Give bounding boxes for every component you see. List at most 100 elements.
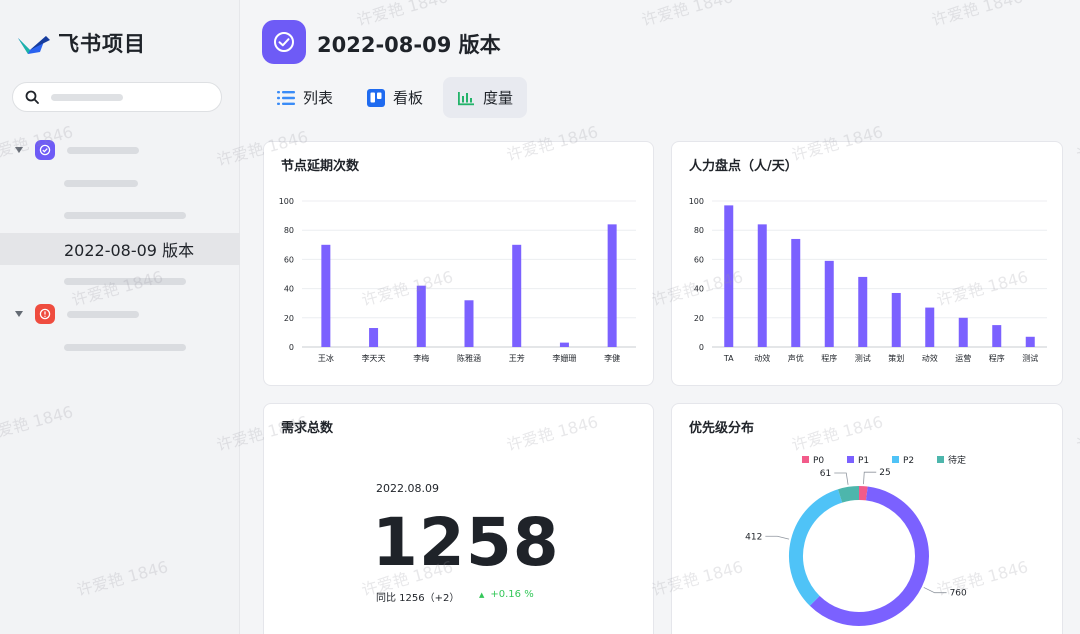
bar[interactable] bbox=[464, 300, 474, 347]
y-tick-label: 80 bbox=[284, 226, 294, 235]
slice-label: 760 bbox=[950, 589, 967, 599]
bar[interactable] bbox=[958, 317, 968, 347]
x-tick-label: 声优 bbox=[788, 353, 804, 363]
total-date: 2022.08.09 bbox=[376, 482, 439, 495]
delay-chart-card: 节点延期次数 0 20 40 60 80 100 王冰 李天天 李梅 陈雅涵 王芳 李姗珊 李健 bbox=[263, 141, 654, 386]
donut-slice[interactable] bbox=[838, 486, 860, 503]
donut-slice[interactable] bbox=[789, 489, 843, 606]
bar[interactable] bbox=[369, 328, 379, 347]
kanban-icon bbox=[367, 88, 386, 107]
y-tick-label: 60 bbox=[694, 255, 704, 264]
search-icon bbox=[25, 90, 39, 104]
tab-list[interactable]: 列表 bbox=[263, 77, 347, 118]
alert-circle-icon bbox=[35, 304, 55, 324]
tree-item[interactable] bbox=[64, 180, 138, 187]
legend-label: 待定 bbox=[948, 454, 966, 466]
feishu-logo-icon bbox=[16, 30, 50, 56]
legend-swatch bbox=[892, 456, 899, 463]
bar[interactable] bbox=[824, 260, 834, 347]
bar[interactable] bbox=[559, 342, 569, 347]
app-name: 飞书项目 bbox=[58, 32, 146, 56]
x-tick-label: 动效 bbox=[922, 353, 938, 363]
tab-metrics[interactable]: 度量 bbox=[443, 77, 528, 118]
tab-metrics-label: 度量 bbox=[483, 89, 514, 107]
chevron-down-icon[interactable] bbox=[15, 147, 23, 153]
tab-kanban-label: 看板 bbox=[393, 89, 424, 107]
manpower-chart-card: 人力盘点（人/天） 0 20 40 60 80 100 TA 动效 声优 程序 测试 策划 动效 运营 程序… bbox=[671, 141, 1063, 386]
x-tick-label: 李姗珊 bbox=[552, 353, 576, 363]
list-icon bbox=[277, 90, 295, 106]
sidebar: 飞书项目 2022-08-09 版本 bbox=[0, 0, 240, 634]
tab-kanban[interactable]: 看板 bbox=[353, 77, 437, 118]
x-tick-label: 测试 bbox=[855, 353, 871, 363]
bar[interactable] bbox=[791, 238, 801, 347]
bar[interactable] bbox=[858, 276, 868, 347]
manpower-bar-chart: 0 20 40 60 80 100 TA 动效 声优 程序 测试 策划 动效 运营 程序 测试 bbox=[689, 197, 1047, 363]
y-tick-label: 20 bbox=[694, 314, 704, 323]
bar[interactable] bbox=[416, 285, 426, 347]
tree-group-2[interactable] bbox=[15, 304, 139, 324]
app-logo[interactable]: 飞书项目 bbox=[16, 28, 146, 58]
x-tick-label: 运营 bbox=[955, 353, 971, 363]
x-tick-label: 动效 bbox=[754, 353, 770, 363]
search-placeholder bbox=[51, 93, 123, 101]
check-circle-icon bbox=[35, 140, 55, 160]
tree-item[interactable] bbox=[64, 344, 186, 351]
legend-swatch bbox=[847, 456, 854, 463]
total-compare: 同比 1256（+2） bbox=[376, 593, 460, 604]
total-value: 1258 bbox=[372, 504, 560, 581]
tree-item-label bbox=[67, 310, 139, 318]
bar[interactable] bbox=[925, 307, 935, 347]
x-tick-label: 王冰 bbox=[318, 353, 334, 363]
x-tick-label: 陈雅涵 bbox=[457, 353, 481, 363]
bar[interactable] bbox=[891, 292, 901, 347]
x-tick-label: 王芳 bbox=[509, 353, 525, 363]
x-tick-label: 李梅 bbox=[413, 353, 429, 363]
legend-label: P2 bbox=[903, 456, 914, 466]
bar[interactable] bbox=[757, 224, 767, 347]
donut-slice[interactable] bbox=[809, 486, 929, 626]
page-title: 2022-08-09 版本 bbox=[317, 33, 501, 57]
tree-item[interactable] bbox=[64, 212, 186, 219]
view-tabs: 列表 看板 度量 bbox=[263, 77, 533, 118]
search-input[interactable] bbox=[12, 82, 222, 112]
delay-bar-chart: 0 20 40 60 80 100 王冰 李天天 李梅 陈雅涵 王芳 李姗珊 李健 bbox=[279, 197, 636, 363]
tree-group-1[interactable] bbox=[15, 140, 139, 160]
bar[interactable] bbox=[1025, 336, 1035, 347]
y-tick-label: 40 bbox=[284, 285, 294, 294]
tree-item[interactable] bbox=[64, 278, 186, 285]
tree-item-selected-label: 2022-08-09 版本 bbox=[64, 241, 195, 260]
bar[interactable] bbox=[607, 224, 617, 347]
bar[interactable] bbox=[724, 205, 734, 347]
y-tick-label: 0 bbox=[289, 343, 294, 352]
total-demand-title: 需求总数 bbox=[281, 421, 334, 436]
bar[interactable] bbox=[512, 244, 522, 347]
label-leader bbox=[834, 472, 849, 485]
legend-label: P1 bbox=[858, 456, 869, 466]
slice-label: 61 bbox=[820, 469, 831, 479]
priority-donut-chart: P0 P1 P2 待定 25 760 412 61 bbox=[745, 454, 967, 626]
tree-item-selected[interactable]: 2022-08-09 版本 bbox=[0, 233, 240, 265]
y-tick-label: 100 bbox=[689, 197, 704, 206]
y-tick-label: 40 bbox=[694, 285, 704, 294]
tree-item-label bbox=[67, 146, 139, 154]
x-tick-label: TA bbox=[723, 354, 734, 363]
bar[interactable] bbox=[321, 244, 331, 347]
arrow-up-icon: ▲ bbox=[479, 591, 485, 599]
slice-label: 25 bbox=[879, 468, 890, 478]
bar-chart-icon bbox=[457, 89, 475, 107]
label-leader bbox=[863, 471, 877, 485]
total-delta-value: +0.16 % bbox=[490, 589, 534, 600]
x-tick-label: 李天天 bbox=[362, 353, 386, 363]
label-leader bbox=[765, 535, 790, 540]
chevron-down-icon[interactable] bbox=[15, 311, 23, 317]
x-tick-label: 策划 bbox=[888, 353, 904, 363]
x-tick-label: 李健 bbox=[604, 353, 620, 363]
legend-label: P0 bbox=[813, 456, 824, 466]
legend-swatch bbox=[937, 456, 944, 463]
bar[interactable] bbox=[992, 325, 1002, 347]
slice-label: 412 bbox=[745, 532, 762, 542]
y-tick-label: 0 bbox=[699, 343, 704, 352]
total-demand-card: 需求总数 2022.08.09 1258 同比 1256（+2） ▲ +0.16 … bbox=[263, 403, 654, 634]
y-tick-label: 60 bbox=[284, 255, 294, 264]
